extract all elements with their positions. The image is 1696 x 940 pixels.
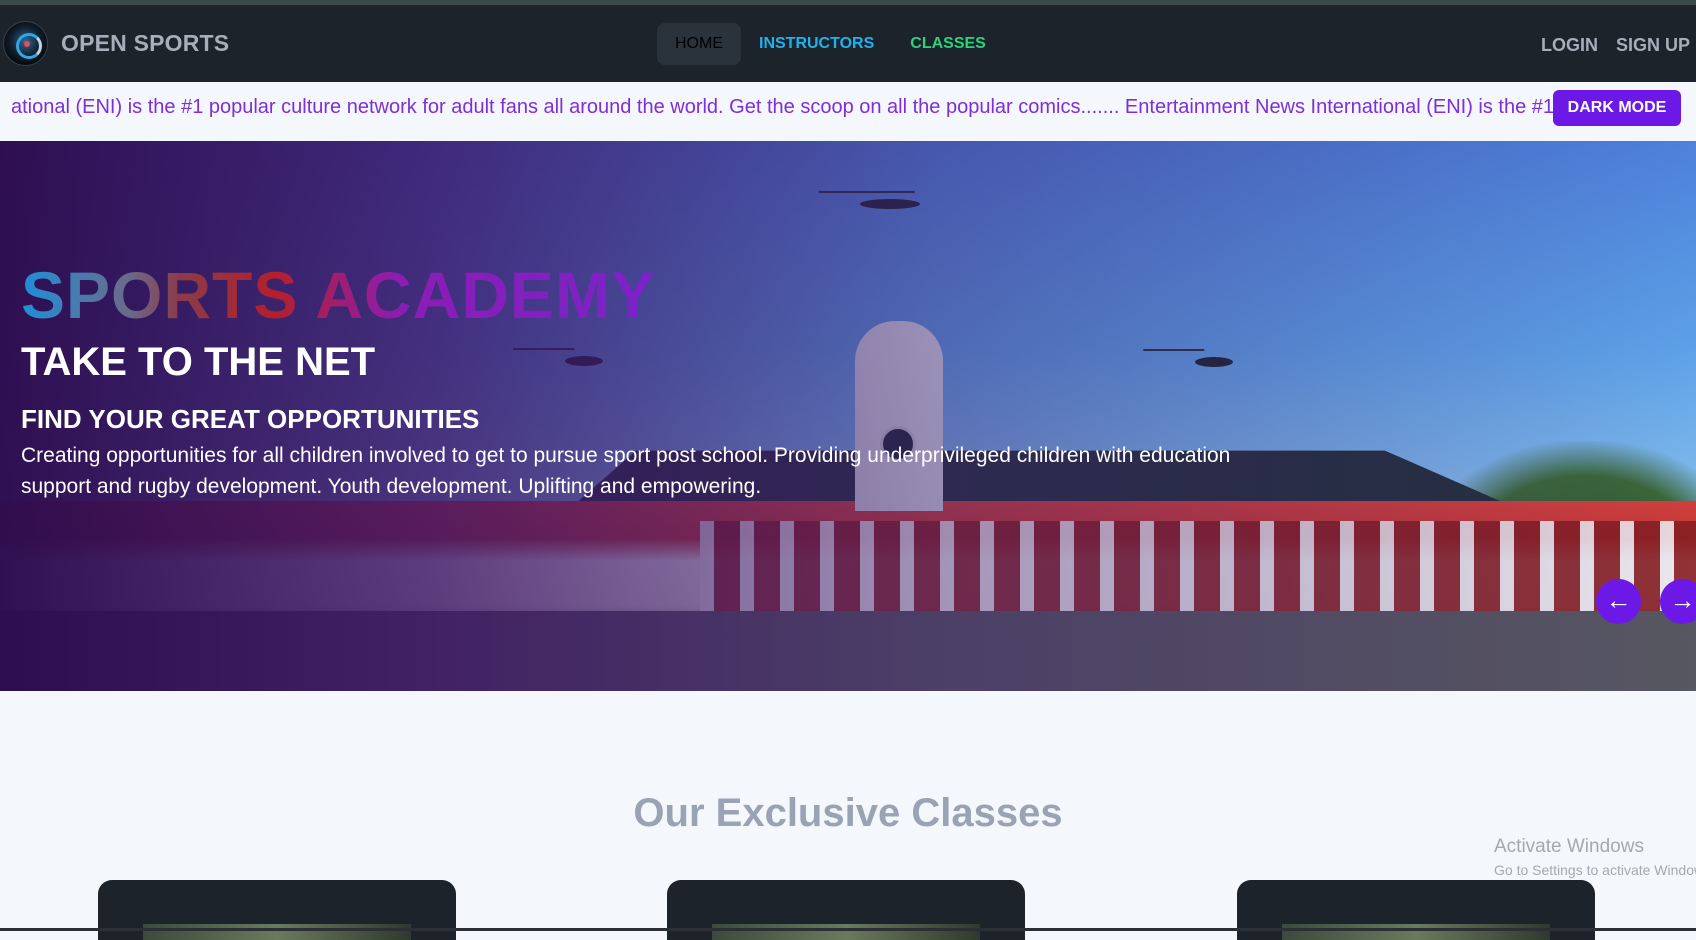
watermark-line-1: Activate Windows (1494, 836, 1644, 857)
class-card[interactable] (98, 880, 456, 940)
hero-subtitle: TAKE TO THE NET (21, 340, 376, 384)
arrow-right-icon: → (1669, 585, 1696, 615)
arrow-left-icon: ← (1605, 585, 1632, 615)
hero-description: Creating opportunities for all children … (21, 444, 1231, 498)
nav-classes-link[interactable]: CLASSES (892, 23, 1004, 65)
main-nav: HOME INSTRUCTORS CLASSES (657, 23, 1004, 65)
classes-section-title: Our Exclusive Classes (633, 791, 1063, 835)
dark-mode-button[interactable]: DARK MODE (1553, 90, 1681, 126)
slider-prev-button[interactable]: ← (1596, 579, 1641, 624)
login-link[interactable]: LOGIN (1541, 35, 1598, 56)
hero-tagline: FIND YOUR GREAT OPPORTUNITIES (21, 404, 480, 434)
nav-home-link[interactable]: HOME (657, 23, 741, 65)
hero-slider: SPORTS ACADEMY TAKE TO THE NET FIND YOUR… (0, 141, 1696, 691)
windows-activation-watermark: Activate Windows Go to Settings to activ… (1494, 836, 1696, 878)
ticker-text: ational (ENI) is the #1 popular culture … (11, 96, 1555, 118)
class-card-image (712, 924, 980, 940)
navbar: OPEN SPORTS HOME INSTRUCTORS CLASSES LOG… (0, 5, 1696, 82)
auth-links: LOGIN SIGN UP (1541, 35, 1690, 56)
signup-link[interactable]: SIGN UP (1616, 35, 1690, 56)
class-card[interactable] (667, 880, 1025, 940)
watermark-line-2: Go to Settings to activate Windows. (1494, 862, 1696, 878)
class-card-image (1282, 924, 1550, 940)
brand-name[interactable]: OPEN SPORTS (61, 30, 229, 57)
nav-instructors-link[interactable]: INSTRUCTORS (741, 23, 892, 65)
hero-title: SPORTS ACADEMY (21, 258, 656, 332)
class-card-image (143, 924, 411, 940)
open-sports-logo-icon[interactable] (3, 21, 48, 66)
news-ticker: ational (ENI) is the #1 popular culture … (0, 82, 1696, 141)
class-card[interactable] (1237, 880, 1595, 940)
